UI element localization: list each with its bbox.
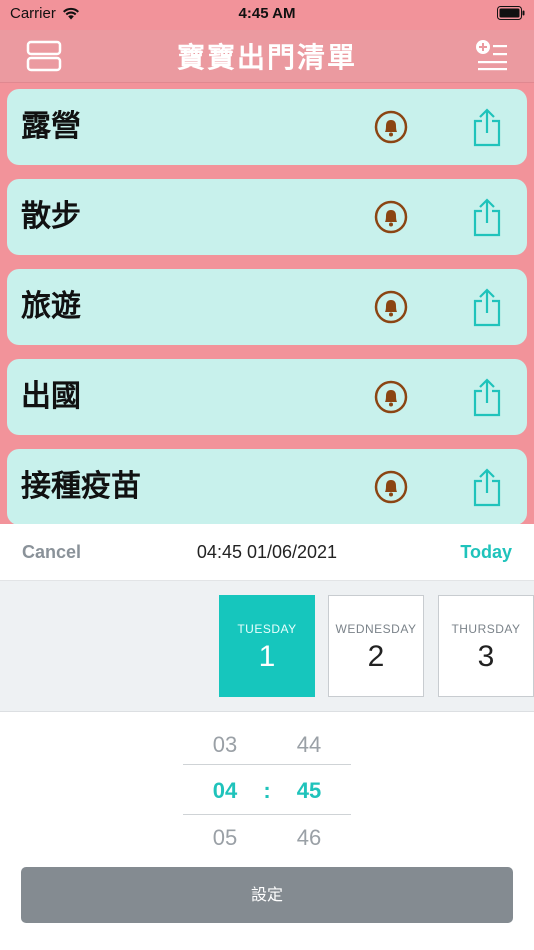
- hour-option[interactable]: 05: [183, 825, 267, 851]
- share-icon[interactable]: [469, 287, 505, 327]
- day-name: THURSDAY: [451, 622, 521, 636]
- day-selector[interactable]: TUESDAY 1 WEDNESDAY 2 THURSDAY 3: [0, 581, 534, 712]
- list-item[interactable]: 出國: [7, 359, 527, 435]
- bell-icon[interactable]: [374, 470, 408, 504]
- day-card-wednesday[interactable]: WEDNESDAY 2: [328, 595, 424, 697]
- set-button[interactable]: 設定: [21, 867, 513, 923]
- day-card-thursday[interactable]: THURSDAY 3: [438, 595, 534, 697]
- day-name: TUESDAY: [237, 622, 297, 636]
- list-item[interactable]: 接種疫苗: [7, 449, 527, 525]
- page-title: 寶寶出門清單: [176, 42, 357, 73]
- list-item-label: 旅遊: [21, 290, 81, 323]
- share-icon[interactable]: [469, 467, 505, 507]
- hour-option[interactable]: 03: [183, 732, 267, 758]
- list-item-label: 散步: [21, 200, 81, 233]
- battery-icon: [497, 6, 525, 20]
- selection-divider-bottom: [183, 814, 351, 815]
- minute-selected[interactable]: 45: [267, 778, 351, 804]
- list-item[interactable]: 散步: [7, 179, 527, 255]
- list-item[interactable]: 旅遊: [7, 269, 527, 345]
- list-item[interactable]: 露營: [7, 89, 527, 165]
- time-picker[interactable]: 03 44 04 : 45 05 46: [0, 712, 534, 862]
- day-number: 1: [258, 640, 276, 673]
- hour-selected[interactable]: 04: [183, 778, 267, 804]
- selected-datetime: 04:45 01/06/2021: [196, 542, 338, 562]
- status-time: 4:45 AM: [238, 5, 296, 22]
- day-name: WEDNESDAY: [335, 622, 417, 636]
- share-icon[interactable]: [469, 107, 505, 147]
- day-card-tuesday[interactable]: TUESDAY 1: [219, 595, 315, 697]
- day-number: 3: [477, 640, 495, 673]
- status-bar: Carrier 4:45 AM: [0, 0, 534, 30]
- share-icon[interactable]: [469, 377, 505, 417]
- add-list-icon[interactable]: [474, 38, 508, 72]
- today-button[interactable]: Today: [460, 542, 512, 563]
- bell-icon[interactable]: [374, 380, 408, 414]
- share-icon[interactable]: [469, 197, 505, 237]
- day-number: 2: [367, 640, 385, 673]
- nav-bar: 寶寶出門清單: [0, 30, 534, 83]
- minute-option[interactable]: 46: [267, 825, 351, 851]
- list-item-label: 露營: [21, 110, 81, 143]
- bell-icon[interactable]: [374, 290, 408, 324]
- bell-icon[interactable]: [374, 110, 408, 144]
- list-item-label: 接種疫苗: [21, 470, 141, 503]
- bell-icon[interactable]: [374, 200, 408, 234]
- minute-option[interactable]: 44: [267, 732, 351, 758]
- date-picker-header: Cancel 04:45 01/06/2021 Today: [0, 524, 534, 581]
- selection-divider-top: [183, 764, 351, 765]
- list-item-label: 出國: [21, 380, 81, 413]
